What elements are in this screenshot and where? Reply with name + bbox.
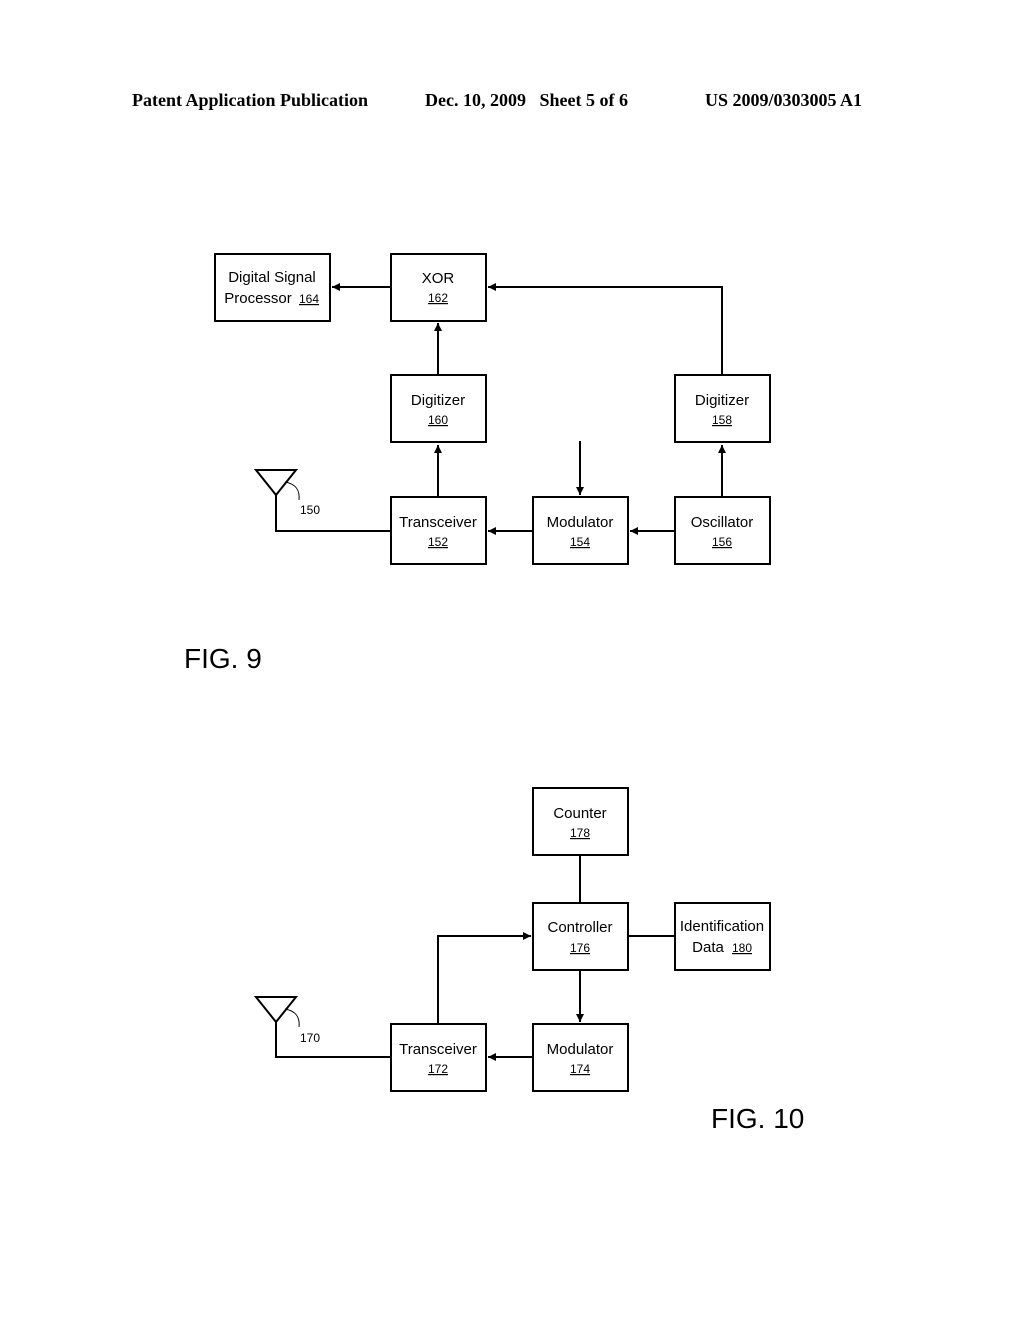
- fig9-digitizer-160-block: Digitizer 160: [390, 374, 487, 443]
- fig9-modulator-block: Modulator 154: [532, 496, 629, 565]
- fig9-antenna-feed-line: [275, 495, 391, 532]
- fig10-diagram: 170 Counter 178 Controller 176 Identific…: [253, 787, 804, 1134]
- block-ref: 174: [570, 1062, 590, 1076]
- fig10-modulator-block: Modulator 174: [532, 1023, 629, 1092]
- block-label: Data: [692, 939, 724, 956]
- block-label: Modulator: [547, 514, 614, 531]
- fig9-antenna-leader: [284, 481, 300, 501]
- fig10-transceiver-block: Transceiver 172: [390, 1023, 487, 1092]
- block-ref: 160: [428, 413, 448, 427]
- block-label: Oscillator: [691, 514, 754, 531]
- block-label: Counter: [553, 805, 606, 822]
- fig9-antenna-ref: 150: [300, 503, 320, 517]
- block-label: Transceiver: [399, 1041, 477, 1058]
- block-ref: 152: [428, 535, 448, 549]
- block-label: XOR: [422, 270, 455, 287]
- block-ref: 180: [732, 941, 752, 955]
- fig9-xor-block: XOR 162: [390, 253, 487, 322]
- antenna-icon: [253, 996, 299, 1024]
- block-ref: 162: [428, 291, 448, 305]
- block-ref: 156: [712, 535, 732, 549]
- fig9-diagram: 150 Digital Signal Processor 164 XOR 162…: [184, 253, 771, 674]
- fig10-antenna-feed-line: [275, 1022, 391, 1058]
- block-label: Identification: [680, 918, 764, 935]
- fig10-antenna-leader: [284, 1008, 300, 1028]
- antenna-icon: [253, 469, 299, 497]
- block-label: Digital Signal: [228, 269, 316, 286]
- patent-drawing: 150 Digital Signal Processor 164 XOR 162…: [184, 253, 804, 1134]
- block-label: Processor: [224, 290, 292, 307]
- block-label: Modulator: [547, 1041, 614, 1058]
- fig9-label: FIG. 9: [184, 643, 262, 674]
- block-ref: 172: [428, 1062, 448, 1076]
- block-label: Controller: [547, 919, 612, 936]
- fig10-identification-data-block: Identification Data 180: [674, 902, 771, 971]
- fig9-oscillator-block: Oscillator 156: [674, 496, 771, 565]
- fig10-label: FIG. 10: [711, 1103, 804, 1134]
- block-ref: 154: [570, 535, 590, 549]
- fig10-antenna-ref: 170: [300, 1031, 320, 1045]
- fig10-counter-block: Counter 178: [532, 787, 629, 856]
- fig9-transceiver-block: Transceiver 152: [390, 496, 487, 565]
- fig10-transceiver-to-controller-arrow: [437, 932, 531, 1024]
- block-label: Digitizer: [695, 392, 749, 409]
- block-ref: 164: [299, 292, 319, 306]
- block-ref: 178: [570, 826, 590, 840]
- fig9-dsp-block: Digital Signal Processor 164: [214, 253, 331, 322]
- block-label: Transceiver: [399, 514, 477, 531]
- fig10-controller-block: Controller 176: [532, 902, 629, 971]
- fig9-digitizer-158-block: Digitizer 158: [674, 374, 771, 443]
- block-ref: 176: [570, 941, 590, 955]
- fig9-digitizer158-to-xor-arrow: [488, 283, 723, 375]
- block-label: Digitizer: [411, 392, 465, 409]
- block-ref: 158: [712, 413, 732, 427]
